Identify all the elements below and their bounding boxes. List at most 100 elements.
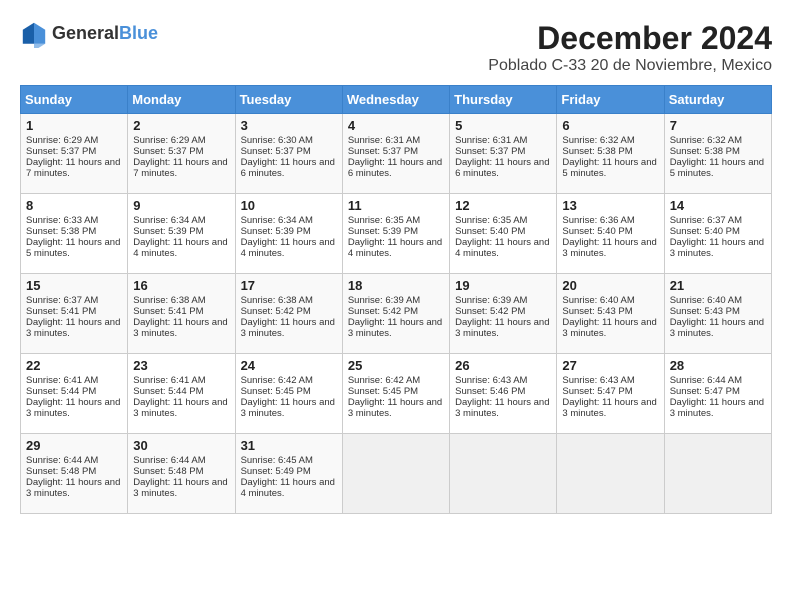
- logo: GeneralBlue: [20, 20, 158, 48]
- sunset-text: Sunset: 5:37 PM: [348, 146, 418, 157]
- sunrise-text: Sunrise: 6:35 AM: [348, 215, 420, 226]
- day-number: 17: [241, 278, 337, 293]
- calendar-cell: 30Sunrise: 6:44 AMSunset: 5:48 PMDayligh…: [128, 434, 235, 514]
- weekday-header: Wednesday: [342, 86, 449, 114]
- page-header: GeneralBlue December 2024 Poblado C-33 2…: [20, 20, 772, 75]
- day-number: 23: [133, 358, 229, 373]
- sunrise-text: Sunrise: 6:43 AM: [455, 375, 527, 386]
- calendar-cell: 19Sunrise: 6:39 AMSunset: 5:42 PMDayligh…: [450, 274, 557, 354]
- sunrise-text: Sunrise: 6:34 AM: [133, 215, 205, 226]
- calendar-cell: 3Sunrise: 6:30 AMSunset: 5:37 PMDaylight…: [235, 114, 342, 194]
- daylight-text: Daylight: 11 hours and 3 minutes.: [455, 317, 549, 339]
- weekday-row: SundayMondayTuesdayWednesdayThursdayFrid…: [21, 86, 772, 114]
- daylight-text: Daylight: 11 hours and 6 minutes.: [455, 157, 549, 179]
- daylight-text: Daylight: 11 hours and 5 minutes.: [26, 237, 120, 259]
- calendar-cell: 27Sunrise: 6:43 AMSunset: 5:47 PMDayligh…: [557, 354, 664, 434]
- sunset-text: Sunset: 5:37 PM: [26, 146, 96, 157]
- day-number: 13: [562, 198, 658, 213]
- sunset-text: Sunset: 5:38 PM: [670, 146, 740, 157]
- daylight-text: Daylight: 11 hours and 3 minutes.: [133, 477, 227, 499]
- daylight-text: Daylight: 11 hours and 3 minutes.: [562, 397, 656, 419]
- calendar-week-row: 15Sunrise: 6:37 AMSunset: 5:41 PMDayligh…: [21, 274, 772, 354]
- sunset-text: Sunset: 5:38 PM: [562, 146, 632, 157]
- sunset-text: Sunset: 5:43 PM: [670, 306, 740, 317]
- calendar-cell: 2Sunrise: 6:29 AMSunset: 5:37 PMDaylight…: [128, 114, 235, 194]
- calendar-cell: 5Sunrise: 6:31 AMSunset: 5:37 PMDaylight…: [450, 114, 557, 194]
- daylight-text: Daylight: 11 hours and 3 minutes.: [670, 317, 764, 339]
- day-number: 28: [670, 358, 766, 373]
- daylight-text: Daylight: 11 hours and 6 minutes.: [348, 157, 442, 179]
- daylight-text: Daylight: 11 hours and 3 minutes.: [455, 397, 549, 419]
- sunrise-text: Sunrise: 6:45 AM: [241, 455, 313, 466]
- daylight-text: Daylight: 11 hours and 6 minutes.: [241, 157, 335, 179]
- sunrise-text: Sunrise: 6:29 AM: [26, 135, 98, 146]
- sunset-text: Sunset: 5:42 PM: [348, 306, 418, 317]
- sunset-text: Sunset: 5:37 PM: [455, 146, 525, 157]
- day-number: 19: [455, 278, 551, 293]
- calendar-cell: 25Sunrise: 6:42 AMSunset: 5:45 PMDayligh…: [342, 354, 449, 434]
- daylight-text: Daylight: 11 hours and 5 minutes.: [562, 157, 656, 179]
- daylight-text: Daylight: 11 hours and 3 minutes.: [133, 317, 227, 339]
- calendar-cell: 7Sunrise: 6:32 AMSunset: 5:38 PMDaylight…: [664, 114, 771, 194]
- sunset-text: Sunset: 5:39 PM: [241, 226, 311, 237]
- day-number: 9: [133, 198, 229, 213]
- daylight-text: Daylight: 11 hours and 3 minutes.: [348, 397, 442, 419]
- calendar-cell: 15Sunrise: 6:37 AMSunset: 5:41 PMDayligh…: [21, 274, 128, 354]
- sunset-text: Sunset: 5:39 PM: [133, 226, 203, 237]
- day-number: 2: [133, 118, 229, 133]
- calendar-table: SundayMondayTuesdayWednesdayThursdayFrid…: [20, 85, 772, 514]
- calendar-cell: 12Sunrise: 6:35 AMSunset: 5:40 PMDayligh…: [450, 194, 557, 274]
- day-number: 15: [26, 278, 122, 293]
- sunrise-text: Sunrise: 6:37 AM: [670, 215, 742, 226]
- daylight-text: Daylight: 11 hours and 3 minutes.: [133, 397, 227, 419]
- day-number: 12: [455, 198, 551, 213]
- daylight-text: Daylight: 11 hours and 5 minutes.: [670, 157, 764, 179]
- calendar-cell: [342, 434, 449, 514]
- sunset-text: Sunset: 5:46 PM: [455, 386, 525, 397]
- calendar-cell: 9Sunrise: 6:34 AMSunset: 5:39 PMDaylight…: [128, 194, 235, 274]
- sunrise-text: Sunrise: 6:30 AM: [241, 135, 313, 146]
- calendar-cell: 18Sunrise: 6:39 AMSunset: 5:42 PMDayligh…: [342, 274, 449, 354]
- day-number: 22: [26, 358, 122, 373]
- calendar-body: 1Sunrise: 6:29 AMSunset: 5:37 PMDaylight…: [21, 114, 772, 514]
- sunrise-text: Sunrise: 6:42 AM: [348, 375, 420, 386]
- sunset-text: Sunset: 5:37 PM: [241, 146, 311, 157]
- sunset-text: Sunset: 5:38 PM: [26, 226, 96, 237]
- weekday-header: Saturday: [664, 86, 771, 114]
- calendar-cell: 23Sunrise: 6:41 AMSunset: 5:44 PMDayligh…: [128, 354, 235, 434]
- calendar-cell: 26Sunrise: 6:43 AMSunset: 5:46 PMDayligh…: [450, 354, 557, 434]
- calendar-cell: 8Sunrise: 6:33 AMSunset: 5:38 PMDaylight…: [21, 194, 128, 274]
- day-number: 29: [26, 438, 122, 453]
- day-number: 8: [26, 198, 122, 213]
- day-number: 21: [670, 278, 766, 293]
- sunrise-text: Sunrise: 6:38 AM: [133, 295, 205, 306]
- weekday-header: Friday: [557, 86, 664, 114]
- sunset-text: Sunset: 5:44 PM: [26, 386, 96, 397]
- daylight-text: Daylight: 11 hours and 3 minutes.: [670, 397, 764, 419]
- day-number: 6: [562, 118, 658, 133]
- day-number: 4: [348, 118, 444, 133]
- sunrise-text: Sunrise: 6:32 AM: [562, 135, 634, 146]
- calendar-week-row: 1Sunrise: 6:29 AMSunset: 5:37 PMDaylight…: [21, 114, 772, 194]
- calendar-cell: 16Sunrise: 6:38 AMSunset: 5:41 PMDayligh…: [128, 274, 235, 354]
- daylight-text: Daylight: 11 hours and 4 minutes.: [241, 237, 335, 259]
- sunset-text: Sunset: 5:39 PM: [348, 226, 418, 237]
- sunrise-text: Sunrise: 6:41 AM: [26, 375, 98, 386]
- logo-icon: [20, 20, 48, 48]
- sunrise-text: Sunrise: 6:40 AM: [562, 295, 634, 306]
- calendar-cell: [664, 434, 771, 514]
- sunset-text: Sunset: 5:41 PM: [26, 306, 96, 317]
- day-number: 10: [241, 198, 337, 213]
- sunset-text: Sunset: 5:45 PM: [348, 386, 418, 397]
- sunset-text: Sunset: 5:45 PM: [241, 386, 311, 397]
- calendar-week-row: 8Sunrise: 6:33 AMSunset: 5:38 PMDaylight…: [21, 194, 772, 274]
- calendar-cell: [557, 434, 664, 514]
- daylight-text: Daylight: 11 hours and 3 minutes.: [241, 317, 335, 339]
- calendar-week-row: 29Sunrise: 6:44 AMSunset: 5:48 PMDayligh…: [21, 434, 772, 514]
- sunset-text: Sunset: 5:47 PM: [562, 386, 632, 397]
- daylight-text: Daylight: 11 hours and 3 minutes.: [26, 397, 120, 419]
- weekday-header: Monday: [128, 86, 235, 114]
- sunrise-text: Sunrise: 6:34 AM: [241, 215, 313, 226]
- daylight-text: Daylight: 11 hours and 3 minutes.: [348, 317, 442, 339]
- daylight-text: Daylight: 11 hours and 3 minutes.: [670, 237, 764, 259]
